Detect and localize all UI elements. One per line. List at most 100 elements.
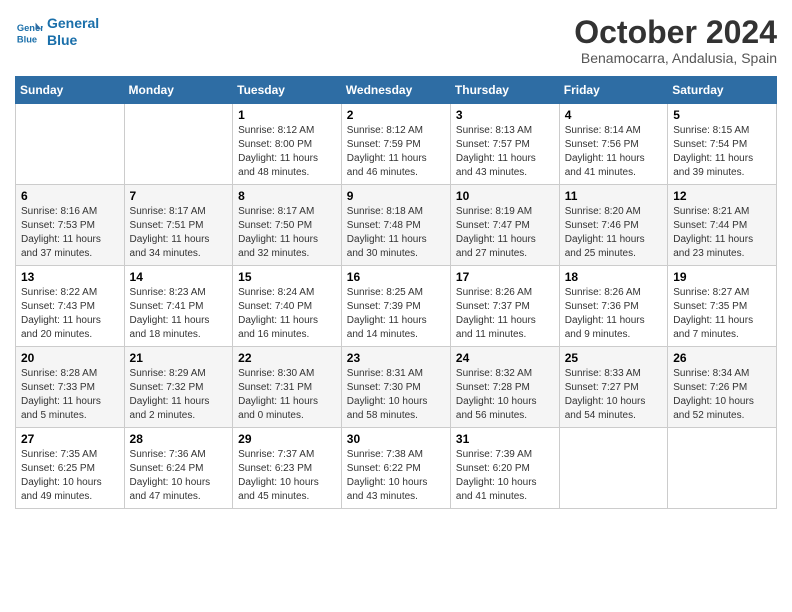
- day-number: 10: [456, 189, 554, 203]
- day-number: 17: [456, 270, 554, 284]
- calendar-cell: 7 Sunrise: 8:17 AMSunset: 7:51 PMDaylight…: [124, 185, 233, 266]
- calendar-cell: 16Sunrise: 8:25 AMSunset: 7:39 PMDayligh…: [341, 266, 450, 347]
- calendar-cell: 23Sunrise: 8:31 AMSunset: 7:30 PMDayligh…: [341, 347, 450, 428]
- day-info: Sunrise: 8:26 AMSunset: 7:37 PMDaylight:…: [456, 286, 554, 342]
- title-section: October 2024 Benamocarra, Andalusia, Spa…: [574, 15, 777, 66]
- day-info: Sunrise: 8:26 AMSunset: 7:36 PMDaylight:…: [565, 286, 662, 342]
- day-number: 30: [347, 432, 445, 446]
- day-number: 22: [238, 351, 336, 365]
- calendar-cell: 24Sunrise: 8:32 AMSunset: 7:28 PMDayligh…: [450, 347, 559, 428]
- day-info: Sunrise: 8:12 AMSunset: 7:59 PMDaylight:…: [347, 124, 445, 180]
- page-header: General Blue GeneralBlue October 2024 Be…: [15, 15, 777, 66]
- day-number: 15: [238, 270, 336, 284]
- day-info: Sunrise: 8:33 AMSunset: 7:27 PMDaylight:…: [565, 367, 662, 423]
- calendar-cell: 28 Sunrise: 7:36 AMSunset: 6:24 PMDayligh…: [124, 428, 233, 509]
- calendar-cell: 12 Sunrise: 8:21 AMSunset: 7:44 PMDayligh…: [668, 185, 777, 266]
- day-info: Sunrise: 8:13 AMSunset: 7:57 PMDaylight:…: [456, 124, 554, 180]
- day-info: Sunrise: 8:23 AMSunset: 7:41 PMDaylight:…: [130, 286, 228, 342]
- day-number: 25: [565, 351, 662, 365]
- calendar-cell: 17 Sunrise: 8:26 AMSunset: 7:37 PMDayligh…: [450, 266, 559, 347]
- day-info: Sunrise: 7:35 AMSunset: 6:25 PMDaylight:…: [21, 448, 119, 504]
- calendar-week-3: 13 Sunrise: 8:22 AMSunset: 7:43 PMDayligh…: [16, 266, 777, 347]
- calendar-cell: 2 Sunrise: 8:12 AMSunset: 7:59 PMDaylight…: [341, 104, 450, 185]
- day-info: Sunrise: 8:30 AMSunset: 7:31 PMDaylight:…: [238, 367, 336, 423]
- logo: General Blue GeneralBlue: [15, 15, 99, 49]
- calendar-cell: 6 Sunrise: 8:16 AMSunset: 7:53 PMDaylight…: [16, 185, 125, 266]
- calendar-cell: 22 Sunrise: 8:30 AMSunset: 7:31 PMDayligh…: [233, 347, 342, 428]
- logo-icon: General Blue: [15, 18, 43, 46]
- day-number: 14: [130, 270, 228, 284]
- day-number: 21: [130, 351, 228, 365]
- day-info: Sunrise: 8:17 AMSunset: 7:51 PMDaylight:…: [130, 205, 228, 261]
- day-number: 19: [673, 270, 771, 284]
- calendar-cell: 21Sunrise: 8:29 AMSunset: 7:32 PMDayligh…: [124, 347, 233, 428]
- day-info: Sunrise: 8:17 AMSunset: 7:50 PMDaylight:…: [238, 205, 336, 261]
- day-info: Sunrise: 8:28 AMSunset: 7:33 PMDaylight:…: [21, 367, 119, 423]
- calendar-week-5: 27Sunrise: 7:35 AMSunset: 6:25 PMDayligh…: [16, 428, 777, 509]
- calendar-cell: 26 Sunrise: 8:34 AMSunset: 7:26 PMDayligh…: [668, 347, 777, 428]
- calendar-subtitle: Benamocarra, Andalusia, Spain: [574, 50, 777, 66]
- day-info: Sunrise: 8:15 AMSunset: 7:54 PMDaylight:…: [673, 124, 771, 180]
- calendar-cell: 3 Sunrise: 8:13 AMSunset: 7:57 PMDaylight…: [450, 104, 559, 185]
- day-number: 5: [673, 108, 771, 122]
- day-number: 26: [673, 351, 771, 365]
- day-info: Sunrise: 8:16 AMSunset: 7:53 PMDaylight:…: [21, 205, 119, 261]
- calendar-cell: 20Sunrise: 8:28 AMSunset: 7:33 PMDayligh…: [16, 347, 125, 428]
- calendar-cell: 30 Sunrise: 7:38 AMSunset: 6:22 PMDayligh…: [341, 428, 450, 509]
- day-info: Sunrise: 8:22 AMSunset: 7:43 PMDaylight:…: [21, 286, 119, 342]
- day-number: 2: [347, 108, 445, 122]
- day-info: Sunrise: 7:36 AMSunset: 6:24 PMDaylight:…: [130, 448, 228, 504]
- logo-text: GeneralBlue: [47, 15, 99, 49]
- day-number: 11: [565, 189, 662, 203]
- calendar-cell: 4Sunrise: 8:14 AMSunset: 7:56 PMDaylight…: [559, 104, 667, 185]
- day-number: 23: [347, 351, 445, 365]
- calendar-cell: 14 Sunrise: 8:23 AMSunset: 7:41 PMDayligh…: [124, 266, 233, 347]
- day-number: 13: [21, 270, 119, 284]
- calendar-cell: 1Sunrise: 8:12 AMSunset: 8:00 PMDaylight…: [233, 104, 342, 185]
- day-number: 12: [673, 189, 771, 203]
- column-header-thursday: Thursday: [450, 77, 559, 104]
- day-number: 4: [565, 108, 662, 122]
- calendar-cell: [16, 104, 125, 185]
- day-number: 8: [238, 189, 336, 203]
- day-info: Sunrise: 8:34 AMSunset: 7:26 PMDaylight:…: [673, 367, 771, 423]
- calendar-body: 1Sunrise: 8:12 AMSunset: 8:00 PMDaylight…: [16, 104, 777, 509]
- day-number: 1: [238, 108, 336, 122]
- day-number: 28: [130, 432, 228, 446]
- calendar-cell: 31 Sunrise: 7:39 AMSunset: 6:20 PMDayligh…: [450, 428, 559, 509]
- calendar-cell: 10 Sunrise: 8:19 AMSunset: 7:47 PMDayligh…: [450, 185, 559, 266]
- day-number: 29: [238, 432, 336, 446]
- day-info: Sunrise: 8:18 AMSunset: 7:48 PMDaylight:…: [347, 205, 445, 261]
- svg-text:Blue: Blue: [17, 34, 37, 44]
- calendar-week-2: 6 Sunrise: 8:16 AMSunset: 7:53 PMDaylight…: [16, 185, 777, 266]
- day-number: 6: [21, 189, 119, 203]
- column-header-monday: Monday: [124, 77, 233, 104]
- day-info: Sunrise: 8:21 AMSunset: 7:44 PMDaylight:…: [673, 205, 771, 261]
- day-info: Sunrise: 8:24 AMSunset: 7:40 PMDaylight:…: [238, 286, 336, 342]
- day-number: 3: [456, 108, 554, 122]
- day-number: 31: [456, 432, 554, 446]
- calendar-week-1: 1Sunrise: 8:12 AMSunset: 8:00 PMDaylight…: [16, 104, 777, 185]
- calendar-cell: 9 Sunrise: 8:18 AMSunset: 7:48 PMDaylight…: [341, 185, 450, 266]
- calendar-cell: 11Sunrise: 8:20 AMSunset: 7:46 PMDayligh…: [559, 185, 667, 266]
- column-header-wednesday: Wednesday: [341, 77, 450, 104]
- calendar-cell: [559, 428, 667, 509]
- day-number: 16: [347, 270, 445, 284]
- day-info: Sunrise: 8:19 AMSunset: 7:47 PMDaylight:…: [456, 205, 554, 261]
- day-number: 9: [347, 189, 445, 203]
- column-header-tuesday: Tuesday: [233, 77, 342, 104]
- calendar-cell: 27Sunrise: 7:35 AMSunset: 6:25 PMDayligh…: [16, 428, 125, 509]
- calendar-title: October 2024: [574, 15, 777, 50]
- day-number: 7: [130, 189, 228, 203]
- column-header-sunday: Sunday: [16, 77, 125, 104]
- calendar-cell: 25 Sunrise: 8:33 AMSunset: 7:27 PMDayligh…: [559, 347, 667, 428]
- calendar-cell: [124, 104, 233, 185]
- day-info: Sunrise: 7:39 AMSunset: 6:20 PMDaylight:…: [456, 448, 554, 504]
- column-header-saturday: Saturday: [668, 77, 777, 104]
- day-number: 18: [565, 270, 662, 284]
- calendar-cell: 29 Sunrise: 7:37 AMSunset: 6:23 PMDayligh…: [233, 428, 342, 509]
- calendar-week-4: 20Sunrise: 8:28 AMSunset: 7:33 PMDayligh…: [16, 347, 777, 428]
- calendar-cell: 5 Sunrise: 8:15 AMSunset: 7:54 PMDaylight…: [668, 104, 777, 185]
- day-info: Sunrise: 7:38 AMSunset: 6:22 PMDaylight:…: [347, 448, 445, 504]
- day-info: Sunrise: 7:37 AMSunset: 6:23 PMDaylight:…: [238, 448, 336, 504]
